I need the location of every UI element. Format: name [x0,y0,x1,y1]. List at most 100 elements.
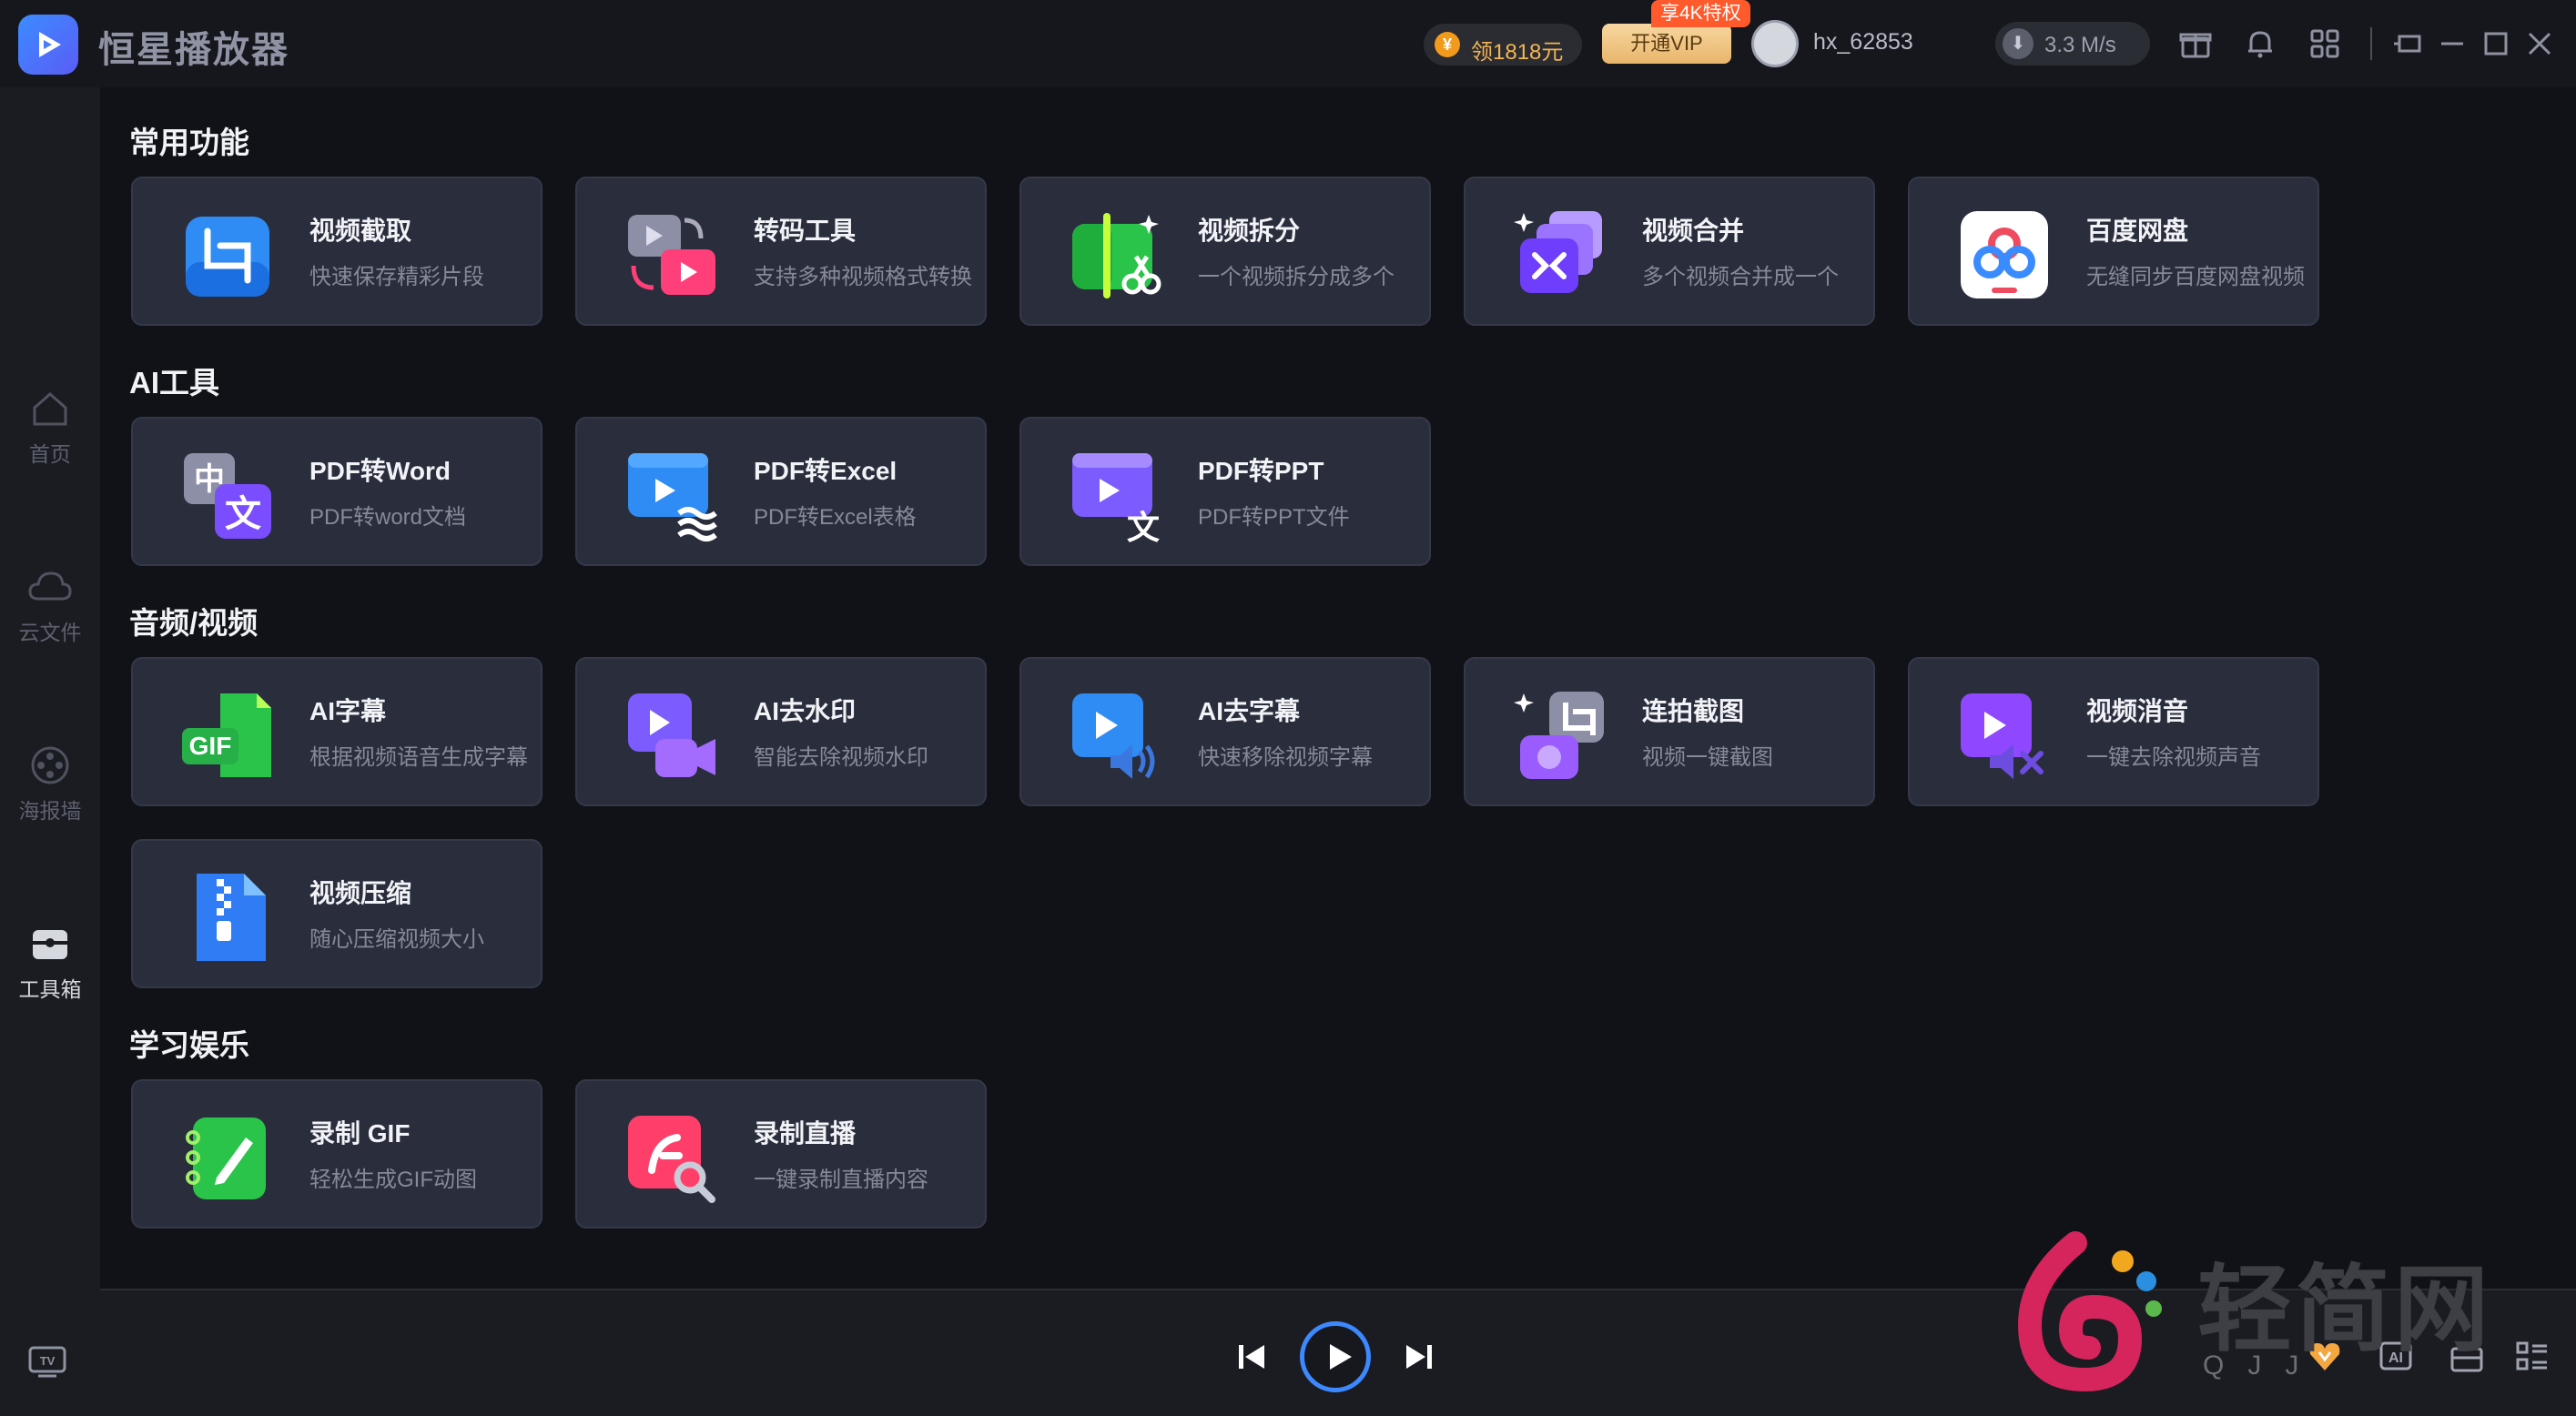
sidebar: 首页 云文件 海报墙 工具箱 [0,87,100,1416]
toolbox-icon [33,930,67,959]
card-title: 百度网盘 [2086,217,2189,245]
sidebar-item-cloud[interactable]: 云文件 [0,566,100,666]
claim-coupon-button[interactable]: ¥ 领1818元 [1424,24,1582,66]
tool-card-transcode[interactable]: 转码工具 支持多种视频格式转换 [575,177,987,326]
download-speed-label: 3.3 M/s [2044,33,2116,57]
card-title: 视频拆分 [1198,217,1301,245]
toolbox-content: 常用功能 视频截取 快速保存精彩片段 转码工具 支持多种视频格式转换 视频拆分 … [100,87,2576,1289]
bell-icon[interactable] [2244,27,2277,60]
tool-card-ai-subtitle-remove[interactable]: AI去字幕 快速移除视频字幕 [1019,657,1431,806]
pin-window-icon[interactable] [2392,27,2425,60]
sidebar-item-label: 云文件 [18,621,82,644]
card-title: PDF转Excel [754,457,898,485]
tool-card-burst-screenshot[interactable]: 连拍截图 视频一键截图 [1464,657,1875,806]
download-speed-indicator[interactable]: ⬇ 3.3 M/s [1995,22,2150,66]
tool-card-pdf-to-word[interactable]: 中文 PDF转Word PDF转word文档 [131,417,543,566]
yen-coin-icon: ¥ [1435,32,1460,57]
coupon-label: 领1818元 [1471,40,1564,65]
card-desc: PDF转PPT文件 [1198,505,1350,530]
baidu-netdisk-icon [1961,211,2048,298]
card-desc: PDF转Excel表格 [754,505,917,530]
tool-card-mute-video[interactable]: 视频消音 一键去除视频声音 [1908,657,2319,806]
username[interactable]: hx_62853 [1813,29,1913,56]
card-desc: 一个视频拆分成多个 [1198,265,1394,289]
vip-area: 开通VIP 享4K特权 [1602,0,1750,69]
player-control-bar: AI [100,1289,2576,1416]
tool-card-ai-watermark-remove[interactable]: AI去水印 智能去除视频水印 [575,657,987,806]
card-title: PDF转PPT [1198,457,1324,485]
avatar[interactable] [1751,20,1799,67]
svg-text:GIF: GIF [189,732,232,760]
close-icon[interactable] [2523,27,2556,60]
title-bar: 恒星播放器 ¥ 领1818元 开通VIP 享4K特权 hx_62853 ⬇ 3.… [0,0,2576,87]
section-title-ai-tools: AI工具 [129,366,219,400]
titlebar-divider [2370,27,2372,60]
grid-icon[interactable] [2308,27,2341,60]
card-title: PDF转Word [309,457,451,485]
ai-icon[interactable]: AI [2378,1338,2414,1374]
crop-icon [186,217,269,297]
card-title: 连拍截图 [1642,697,1745,725]
briefcase-icon[interactable] [2449,1338,2485,1374]
heart-badge-icon[interactable] [2307,1338,2343,1374]
tv-icon[interactable]: TV [27,1345,67,1378]
tool-card-video-clip[interactable]: 视频截取 快速保存精彩片段 [131,177,543,326]
sidebar-item-poster-wall[interactable]: 海报墙 [0,744,100,845]
play-button[interactable] [1300,1321,1371,1392]
translate-doc-icon: 中文 [184,453,271,539]
svg-text:文: 文 [1127,510,1160,542]
download-icon: ⬇ [2003,28,2033,59]
tool-card-split[interactable]: 视频拆分 一个视频拆分成多个 [1019,177,1431,326]
play-icon [1330,1344,1352,1370]
svg-text:AI: AI [2388,1350,2403,1366]
section-title-audio-video: 音频/视频 [129,606,259,640]
tool-card-baidu-netdisk[interactable]: 百度网盘 无缝同步百度网盘视频 [1908,177,2319,326]
card-title: 视频合并 [1642,217,1745,245]
notebook-pen-icon [186,1118,266,1199]
sidebar-item-toolbox[interactable]: 工具箱 [0,923,100,1023]
section-title-learning: 学习娱乐 [129,1028,249,1062]
tool-card-pdf-to-excel[interactable]: PDF转Excel PDF转Excel表格 [575,417,987,566]
tool-card-pdf-to-ppt[interactable]: 文 PDF转PPT PDF转PPT文件 [1019,417,1431,566]
app-logo-icon [18,15,78,75]
maximize-icon[interactable] [2480,27,2512,60]
tool-card-record-gif[interactable]: 录制 GIF 轻松生成GIF动图 [131,1079,543,1229]
svg-text:TV: TV [40,1354,56,1368]
list-icon[interactable] [2514,1338,2551,1374]
video-translate-icon: 文 [1072,453,1160,542]
transcode-icon [628,215,715,295]
minimize-icon[interactable] [2436,27,2469,60]
mute-video-icon [1961,693,2044,779]
card-title: 转码工具 [754,217,857,245]
tool-card-ai-subtitle[interactable]: GIF AI字幕 根据视频语音生成字幕 [131,657,543,806]
cloud-icon [28,571,72,601]
app-title: 恒星播放器 [98,30,289,70]
sidebar-item-home[interactable]: 首页 [0,388,100,488]
gif-subtitle-icon: GIF [182,693,271,777]
card-title: AI去水印 [754,697,857,725]
zip-file-icon [197,874,266,961]
card-desc: 多个视频合并成一个 [1642,265,1839,289]
gift-icon[interactable] [2179,27,2212,60]
card-desc: 轻松生成GIF动图 [309,1168,477,1192]
card-desc: 快速移除视频字幕 [1198,745,1373,770]
card-title: 视频消音 [2086,697,2189,725]
card-desc: 根据视频语音生成字幕 [309,745,528,770]
vip-promo-badge: 享4K特权 [1651,0,1750,27]
card-desc: PDF转word文档 [309,505,467,530]
camera-video-icon [628,693,715,777]
burst-screenshot-icon [1514,692,1604,779]
video-wave-icon [628,453,717,541]
open-vip-button[interactable]: 开通VIP [1602,24,1731,64]
card-title: 录制直播 [754,1119,857,1148]
tool-card-record-live[interactable]: 录制直播 一键录制直播内容 [575,1079,987,1229]
card-title: 录制 GIF [309,1119,411,1148]
card-desc: 智能去除视频水印 [754,745,928,770]
next-icon[interactable] [1404,1341,1435,1372]
sidebar-item-label: 工具箱 [18,977,82,1001]
section-title-common: 常用功能 [129,126,249,159]
tool-card-merge[interactable]: 视频合并 多个视频合并成一个 [1464,177,1875,326]
card-title: AI字幕 [309,697,387,725]
previous-icon[interactable] [1236,1341,1267,1372]
tool-card-video-compress[interactable]: 视频压缩 随心压缩视频大小 [131,839,543,988]
